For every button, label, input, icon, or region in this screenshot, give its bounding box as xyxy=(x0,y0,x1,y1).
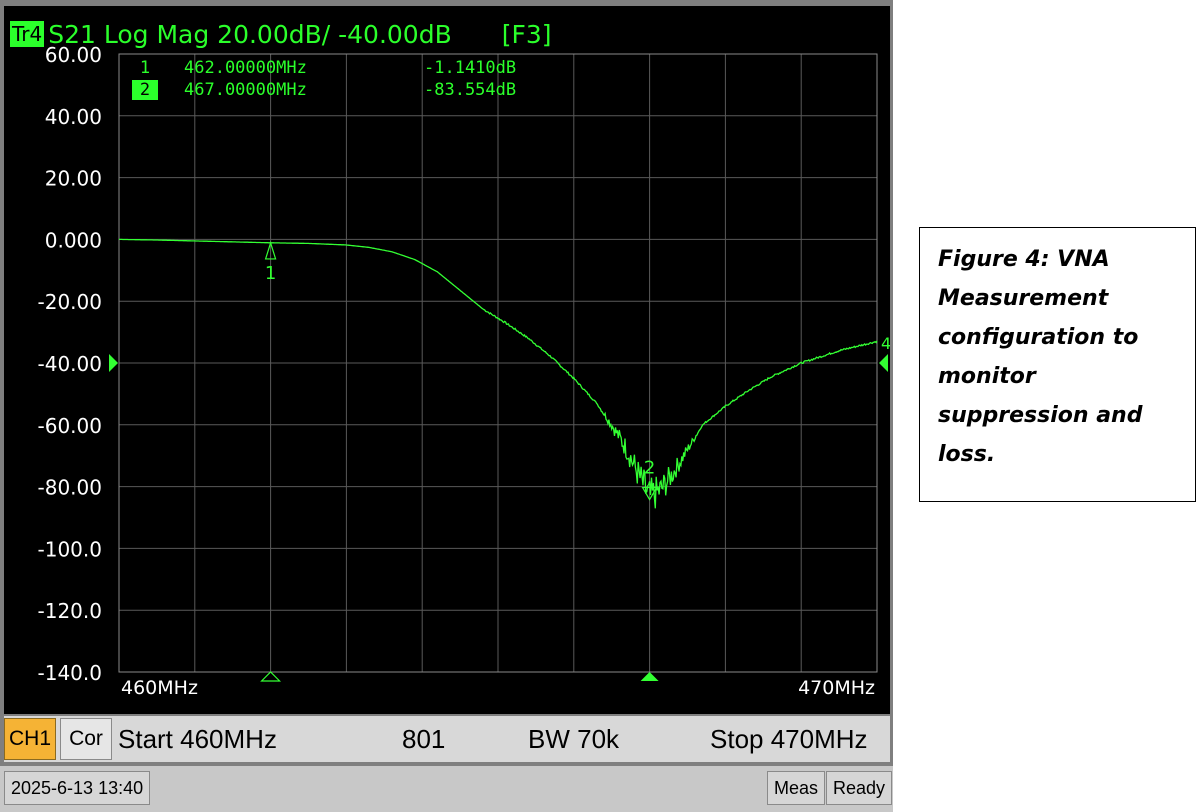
y-tick-label: -120.0 xyxy=(38,599,102,623)
marker-number: 1 xyxy=(139,58,151,78)
stop-frequency[interactable]: Stop 470MHz xyxy=(710,716,868,762)
channel-status-bar: CH1 Cor Start 460MHz 801 BW 70k Stop 470… xyxy=(4,716,890,762)
figure-caption: Figure 4: VNA Measurement configuration … xyxy=(938,247,1143,467)
y-tick-label: -40.00 xyxy=(38,352,102,376)
y-tick-label: -100.0 xyxy=(38,537,102,561)
y-tick-label: 20.00 xyxy=(45,167,102,191)
function-key-label: [F3] xyxy=(501,20,552,49)
marker-value: -83.554dB xyxy=(424,80,517,100)
marker-1-axis-indicator xyxy=(260,671,282,682)
marker-2-axis-indicator xyxy=(640,672,659,681)
reference-label: 4 xyxy=(881,334,890,353)
y-tick-label: -20.00 xyxy=(38,290,102,314)
marker-number: 2 xyxy=(132,80,158,100)
correction-button[interactable]: Cor xyxy=(60,718,112,760)
figure-caption-box: Figure 4: VNA Measurement configuration … xyxy=(919,227,1196,502)
x-stop-label: 470MHz xyxy=(798,677,875,699)
marker-readout-1: 1 462.00000MHz -1.1410dB xyxy=(132,58,592,78)
trace-badge[interactable]: Tr4 xyxy=(10,21,45,47)
measurement-format: S21 Log Mag 20.00dB/ -40.00dB xyxy=(48,20,452,49)
reference-arrow-right xyxy=(879,354,888,372)
marker-frequency: 462.00000MHz xyxy=(184,58,307,78)
marker-value: -1.1410dB xyxy=(424,58,517,78)
trace-header: Tr4 S21 Log Mag 20.00dB/ -40.00dB [F3] xyxy=(10,20,552,50)
ready-indicator: Ready xyxy=(826,771,893,805)
sweep-points[interactable]: 801 xyxy=(402,716,445,762)
channel-button[interactable]: CH1 xyxy=(4,718,56,760)
y-tick-label: -60.00 xyxy=(38,414,102,438)
start-frequency[interactable]: Start 460MHz xyxy=(118,716,277,762)
datetime-display: 2025-6-13 13:40 xyxy=(4,771,151,805)
footer-bar: 2025-6-13 13:40 Meas Ready xyxy=(0,766,893,812)
y-tick-label: 40.00 xyxy=(45,105,102,129)
if-bandwidth[interactable]: BW 70k xyxy=(528,716,619,762)
vna-window: 60.00 40.00 20.00 0.000 -20.00 -40.00 -60.00 -8… xyxy=(0,0,893,812)
y-tick-label: -80.00 xyxy=(38,476,102,500)
marker-1-label: 1 xyxy=(265,263,276,284)
y-tick-label: -140.0 xyxy=(38,661,102,685)
marker-2-label: 2 xyxy=(644,458,655,479)
y-tick-label: 0.000 xyxy=(45,228,102,252)
marker-readout-2: 2 467.00000MHz -83.554dB xyxy=(132,80,592,100)
x-start-label: 460MHz xyxy=(121,677,198,699)
s21-chart: 60.0040.0020.000.000-20.00-40.00-60.00-8… xyxy=(38,43,890,699)
marker-frequency: 467.00000MHz xyxy=(184,80,307,100)
reference-arrow-left xyxy=(109,354,118,372)
meas-indicator[interactable]: Meas xyxy=(767,771,826,805)
plot-screen: 60.00 40.00 20.00 0.000 -20.00 -40.00 -60.00 -8… xyxy=(4,6,890,714)
